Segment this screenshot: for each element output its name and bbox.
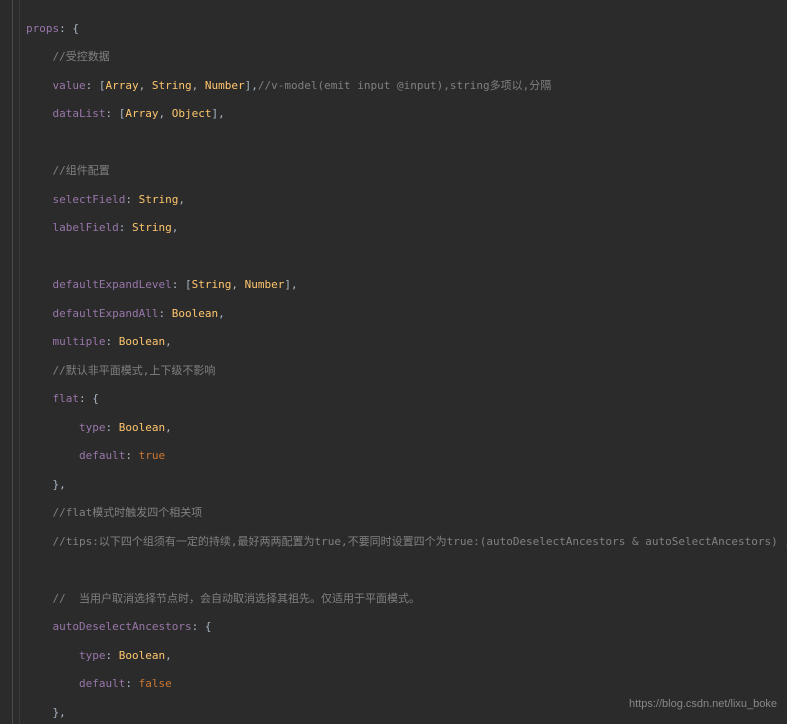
comment: // 当用户取消选择节点时，会自动取消选择其祖先。仅适用于平面模式。 [53,592,421,605]
prop-autoDeselectAncestors: autoDeselectAncestors [53,620,192,633]
comment: //flat模式时触发四个相关项 [53,506,203,519]
prop-dataList: dataList [53,107,106,120]
prop-value: value [53,79,86,92]
comment: //tips:以下四个组须有一定的持续,最好两两配置为true,不要同时设置四个… [53,535,787,548]
prop-defaultExpandLevel: defaultExpandLevel [53,278,172,291]
comment: //受控数据 [53,50,110,63]
fold-guide [12,0,13,724]
prop-flat: flat [53,392,80,405]
code-editor[interactable]: props: { //受控数据 value: [Array, String, N… [0,0,787,724]
comment: //组件配置 [53,164,110,177]
prop-defaultExpandAll: defaultExpandAll [53,307,159,320]
editor-gutter [0,0,20,724]
comment: //默认非平面模式,上下级不影响 [53,364,216,377]
prop-props: props [26,22,59,35]
prop-multiple: multiple [53,335,106,348]
prop-labelField: labelField [53,221,119,234]
code-content[interactable]: props: { //受控数据 value: [Array, String, N… [20,0,787,724]
prop-selectField: selectField [53,193,126,206]
